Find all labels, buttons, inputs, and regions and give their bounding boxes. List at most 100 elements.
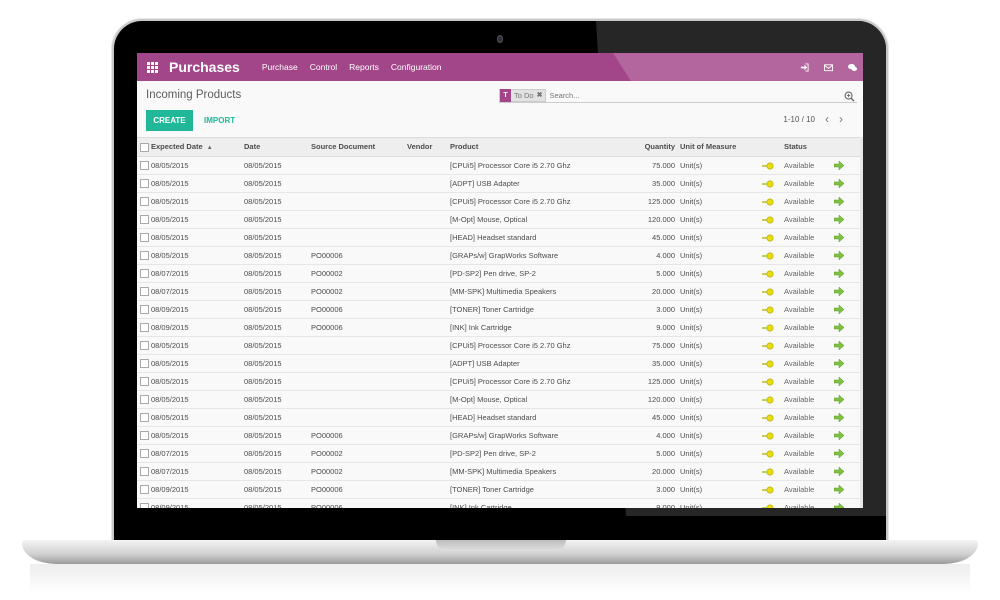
row-checkbox[interactable] [140,286,149,296]
row-checkbox[interactable] [140,466,149,476]
table-row[interactable]: 08/07/2015 08/05/2015 PO00002 [MM-SPK] M… [137,282,863,301]
process-arrow-icon[interactable] [834,268,845,279]
col-vendor[interactable]: Vendor [407,138,450,157]
search-options-icon[interactable] [844,89,855,102]
key-icon[interactable] [762,358,774,368]
row-checkbox[interactable] [140,268,149,278]
mail-icon[interactable] [823,62,833,72]
pager-previous-icon[interactable]: ‹ [825,113,829,125]
key-icon[interactable] [762,304,774,314]
col-status[interactable]: Status [784,138,834,157]
process-arrow-icon[interactable] [834,466,845,477]
row-checkbox[interactable] [140,484,149,494]
process-arrow-icon[interactable] [834,412,845,423]
key-icon[interactable] [762,340,774,350]
process-arrow-icon[interactable] [834,196,845,207]
apps-grid-icon[interactable] [147,61,158,73]
table-row[interactable]: 08/07/2015 08/05/2015 PO00002 [MM-SPK] M… [137,462,863,481]
row-checkbox[interactable] [140,394,149,404]
menu-control[interactable]: Control [310,62,337,72]
table-row[interactable]: 08/09/2015 08/05/2015 PO00006 [TONER] To… [137,300,863,319]
process-arrow-icon[interactable] [834,394,845,405]
search-input[interactable] [549,90,810,100]
process-arrow-icon[interactable] [834,250,845,261]
table-row[interactable]: 08/05/2015 08/05/2015 PO00006 [GRAPs/w] … [137,426,863,445]
process-arrow-icon[interactable] [834,448,845,459]
menu-configuration[interactable]: Configuration [391,62,442,72]
process-arrow-icon[interactable] [834,340,845,351]
col-product[interactable]: Product [450,138,606,157]
create-button[interactable]: CREATE [146,110,193,131]
process-arrow-icon[interactable] [834,160,845,171]
process-arrow-icon[interactable] [834,322,845,333]
key-icon[interactable] [762,178,774,188]
process-arrow-icon[interactable] [834,178,845,189]
col-quantity[interactable]: Quantity [606,138,680,157]
key-icon[interactable] [762,394,774,404]
menu-reports[interactable]: Reports [349,62,379,72]
table-row[interactable]: 08/05/2015 08/05/2015 [ADPT] USB Adapter… [137,174,863,193]
row-checkbox[interactable] [140,160,149,170]
process-arrow-icon[interactable] [834,286,845,297]
sign-in-icon[interactable] [799,62,809,72]
table-row[interactable]: 08/07/2015 08/05/2015 PO00002 [PD-SP2] P… [137,444,863,463]
facet-remove-icon[interactable]: ✖ [537,91,546,99]
table-scrollbar[interactable] [860,137,863,508]
chat-icon[interactable] [847,62,857,72]
col-source-document[interactable]: Source Document [311,138,407,157]
table-row[interactable]: 08/05/2015 08/05/2015 [M-Opt] Mouse, Opt… [137,210,863,229]
row-checkbox[interactable] [140,232,149,242]
process-arrow-icon[interactable] [834,502,845,508]
key-icon[interactable] [762,214,774,224]
import-button[interactable]: IMPORT [204,110,235,131]
key-icon[interactable] [762,484,774,494]
key-icon[interactable] [762,196,774,206]
col-unit-of-measure[interactable]: Unit of Measure [680,138,762,157]
process-arrow-icon[interactable] [834,484,845,495]
process-arrow-icon[interactable] [834,214,845,225]
row-checkbox[interactable] [140,214,149,224]
table-row[interactable]: 08/05/2015 08/05/2015 [CPUi5] Processor … [137,336,863,355]
col-expected-date[interactable]: Expected Date ▲ [151,138,244,157]
key-icon[interactable] [762,160,774,170]
row-checkbox[interactable] [140,322,149,332]
key-icon[interactable] [762,430,774,440]
process-arrow-icon[interactable] [834,304,845,315]
key-icon[interactable] [762,448,774,458]
process-arrow-icon[interactable] [834,430,845,441]
key-icon[interactable] [762,466,774,476]
menu-purchase[interactable]: Purchase [262,62,298,72]
row-checkbox[interactable] [140,412,149,422]
row-checkbox[interactable] [140,340,149,350]
key-icon[interactable] [762,286,774,296]
table-row[interactable]: 08/05/2015 08/05/2015 [M-Opt] Mouse, Opt… [137,390,863,409]
table-row[interactable]: 08/05/2015 08/05/2015 [HEAD] Headset sta… [137,228,863,247]
key-icon[interactable] [762,322,774,332]
process-arrow-icon[interactable] [834,358,845,369]
pager-value[interactable]: 1-10 / 10 [783,115,815,124]
table-row[interactable]: 08/05/2015 08/05/2015 [HEAD] Headset sta… [137,408,863,427]
table-row[interactable]: 08/07/2015 08/05/2015 PO00002 [PD-SP2] P… [137,264,863,283]
key-icon[interactable] [762,412,774,422]
key-icon[interactable] [762,268,774,278]
row-checkbox[interactable] [140,448,149,458]
table-row[interactable]: 08/05/2015 08/05/2015 [CPUi5] Processor … [137,192,863,211]
row-checkbox[interactable] [140,358,149,368]
table-row[interactable]: 08/05/2015 08/05/2015 [ADPT] USB Adapter… [137,354,863,373]
process-arrow-icon[interactable] [834,232,845,243]
table-row[interactable]: 08/05/2015 08/05/2015 [CPUi5] Processor … [137,372,863,391]
select-all-checkbox[interactable] [140,142,149,152]
key-icon[interactable] [762,502,774,508]
col-date[interactable]: Date [244,138,311,157]
key-icon[interactable] [762,376,774,386]
process-arrow-icon[interactable] [834,376,845,387]
table-row[interactable]: 08/09/2015 08/05/2015 PO00006 [INK] Ink … [137,498,863,508]
row-checkbox[interactable] [140,430,149,440]
key-icon[interactable] [762,232,774,242]
row-checkbox[interactable] [140,196,149,206]
row-checkbox[interactable] [140,304,149,314]
row-checkbox[interactable] [140,376,149,386]
row-checkbox[interactable] [140,250,149,260]
pager-next-icon[interactable]: › [839,113,843,125]
table-row[interactable]: 08/05/2015 08/05/2015 PO00006 [GRAPs/w] … [137,246,863,265]
